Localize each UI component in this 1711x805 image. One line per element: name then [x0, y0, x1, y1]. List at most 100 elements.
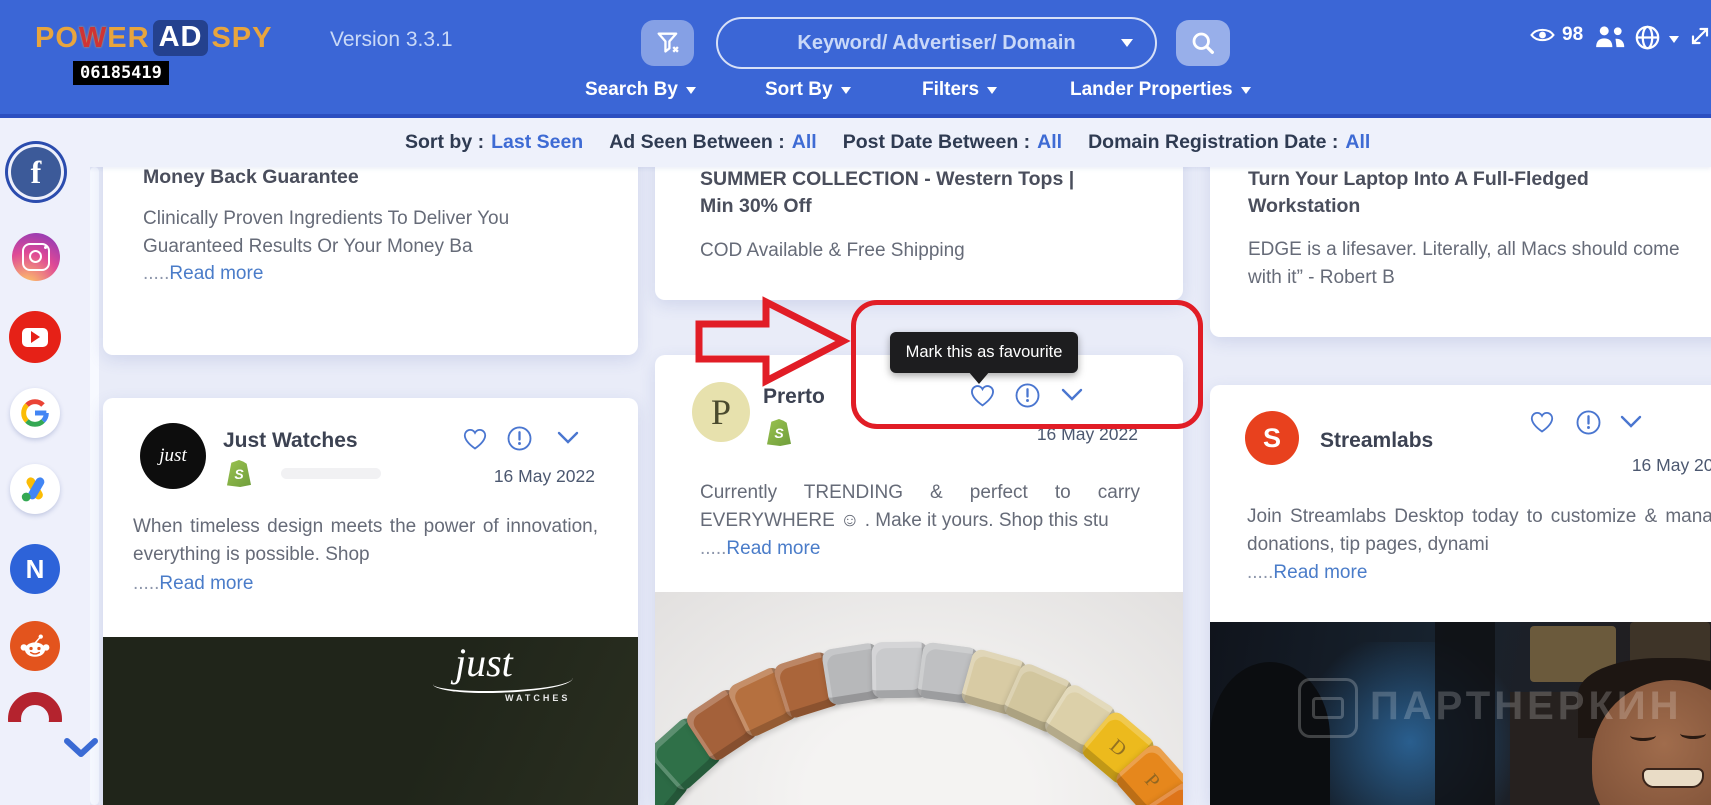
filter-label: Domain Registration Date :	[1088, 131, 1339, 153]
chevron-down-icon	[987, 87, 998, 99]
logo-w: W	[78, 21, 108, 54]
ad-card-summer: SUMMER COLLECTION - Western Tops | Min 3…	[655, 167, 1183, 300]
ad-body: Join Streamlabs Desktop today to customi…	[1247, 506, 1711, 555]
reddit-icon	[20, 634, 50, 657]
read-more: .....Read more	[133, 570, 253, 598]
poweradspy-logo[interactable]: PO W ER AD SPY	[35, 20, 273, 56]
ad-image-prerto[interactable]: DPF	[655, 592, 1183, 805]
sidebar-item-google-ads[interactable]	[10, 464, 60, 514]
search-input[interactable]: Keyword/ Advertiser/ Domain	[716, 17, 1157, 69]
alert-icon	[1576, 410, 1601, 435]
language-caret-icon	[1669, 35, 1679, 48]
sidebar-scroll-down-button[interactable]	[62, 736, 100, 767]
instagram-icon	[22, 243, 50, 271]
google-ads-icon	[21, 477, 45, 502]
sidebar-item-youtube[interactable]	[9, 311, 61, 363]
ellipsis: .....	[143, 263, 170, 284]
ad-seen-between-summary[interactable]: Ad Seen Between : All	[609, 131, 816, 154]
ad-date: 16 May 2022	[1631, 455, 1711, 475]
avatar[interactable]: P	[692, 382, 750, 442]
chevron-down-icon	[840, 87, 851, 99]
image-eye	[1680, 728, 1706, 739]
read-more-link[interactable]: Read more	[726, 538, 820, 559]
heart-icon	[463, 429, 487, 450]
nav-sort-by[interactable]: Sort By	[765, 79, 851, 101]
chevron-down-icon	[1620, 415, 1642, 428]
views-count: 98	[1562, 24, 1584, 45]
annotation-arrow-icon	[695, 296, 851, 387]
domain-registration-summary[interactable]: Domain Registration Date : All	[1088, 131, 1370, 154]
avatar[interactable]: just	[140, 423, 206, 489]
views-indicator[interactable]: 98	[1528, 24, 1583, 46]
advertiser-name[interactable]: Just Watches	[223, 429, 358, 453]
ad-body: COD Available & Free Shipping	[700, 240, 965, 261]
ad-title: Money Back Guarantee	[143, 167, 359, 188]
shopify-icon: S	[227, 460, 251, 487]
ellipsis: .....	[700, 538, 727, 559]
filter-value: Last Seen	[491, 131, 584, 153]
nav-search-by[interactable]: Search By	[585, 79, 696, 101]
filter-value: All	[1345, 131, 1371, 153]
advertiser-name[interactable]: Streamlabs	[1320, 429, 1433, 453]
search-dropdown-caret-icon[interactable]	[1121, 39, 1133, 53]
poweradspy-app: PO W ER AD SPY 06185419 Version 3.3.1 Keywor…	[0, 0, 1711, 805]
avatar-text: just	[159, 445, 187, 466]
sort-by-summary[interactable]: Sort by : Last Seen	[405, 131, 583, 154]
expand-card-button[interactable]	[555, 429, 581, 454]
alert-icon	[507, 426, 532, 451]
youtube-icon	[22, 327, 48, 347]
users-button[interactable]	[1594, 24, 1627, 49]
sidebar-item-facebook[interactable]: f	[11, 147, 61, 197]
ad-image-justwatches[interactable]: just WATCHES	[103, 637, 638, 805]
sidebar-item-native[interactable]: N	[10, 544, 60, 594]
favourite-button[interactable]	[1528, 408, 1556, 441]
ad-info-button[interactable]	[1575, 409, 1602, 441]
avatar-text: P	[710, 392, 732, 432]
ad-title: SUMMER COLLECTION - Western Tops | Min 3…	[700, 168, 1075, 217]
sidebar-item-reddit[interactable]	[10, 621, 60, 671]
ellipsis: .....	[133, 573, 160, 594]
nav-label: Sort By	[765, 79, 833, 100]
read-more: .....Read more	[700, 535, 820, 563]
logo-ad-bubble: AD	[152, 20, 209, 56]
read-more-link[interactable]: Read more	[169, 263, 263, 284]
ad-info-button[interactable]	[506, 425, 533, 457]
image-smile	[1642, 768, 1704, 788]
sidebar-item-google[interactable]	[10, 388, 60, 438]
ad-body: When timeless design meets the power of …	[133, 516, 598, 565]
post-date-between-summary[interactable]: Post Date Between : All	[843, 131, 1062, 154]
favourite-button[interactable]	[461, 425, 489, 458]
nav-label: Search By	[585, 79, 678, 100]
nav-filters[interactable]: Filters	[922, 79, 998, 101]
fullscreen-button[interactable]	[1688, 24, 1711, 48]
expand-icon	[1691, 27, 1709, 45]
read-more: .....Read more	[143, 260, 593, 288]
read-more-link[interactable]: Read more	[1273, 562, 1367, 583]
read-more-link[interactable]: Read more	[159, 573, 253, 594]
ad-image-streamlabs[interactable]: ПАРТНЕРКИН	[1210, 622, 1711, 805]
ellipsis: .....	[1247, 562, 1274, 583]
sidebar-item-quora[interactable]	[8, 692, 62, 722]
expand-card-button[interactable]	[1618, 413, 1644, 438]
filter-value: All	[791, 131, 817, 153]
search-icon	[1192, 32, 1214, 54]
clear-filters-button[interactable]	[641, 20, 694, 66]
language-selector[interactable]	[1634, 24, 1679, 51]
search-button[interactable]	[1176, 20, 1230, 66]
nav-lander-properties[interactable]: Lander Properties	[1070, 79, 1251, 101]
image-brand-sub: WATCHES	[505, 693, 571, 703]
ad-body: Clinically Proven Ingredients To Deliver…	[143, 208, 510, 257]
native-n-icon: N	[25, 553, 45, 584]
left-scroll-edge[interactable]	[90, 167, 99, 805]
filter-label: Post Date Between :	[842, 131, 1031, 153]
logo-text-2: ER	[107, 21, 150, 54]
filter-label: Ad Seen Between :	[609, 131, 785, 153]
nav-label: Filters	[922, 79, 980, 100]
ad-card-justwatches: just Just Watches S 16 May 2022 When tim…	[103, 398, 638, 805]
avatar[interactable]: S	[1245, 411, 1299, 465]
ad-body: EDGE is a lifesaver. Literally, all Macs…	[1248, 239, 1680, 288]
quora-arc-icon	[8, 692, 62, 722]
avatar-text: S	[1262, 422, 1281, 453]
sidebar-item-instagram[interactable]	[12, 233, 60, 281]
filter-x-icon	[657, 32, 679, 53]
